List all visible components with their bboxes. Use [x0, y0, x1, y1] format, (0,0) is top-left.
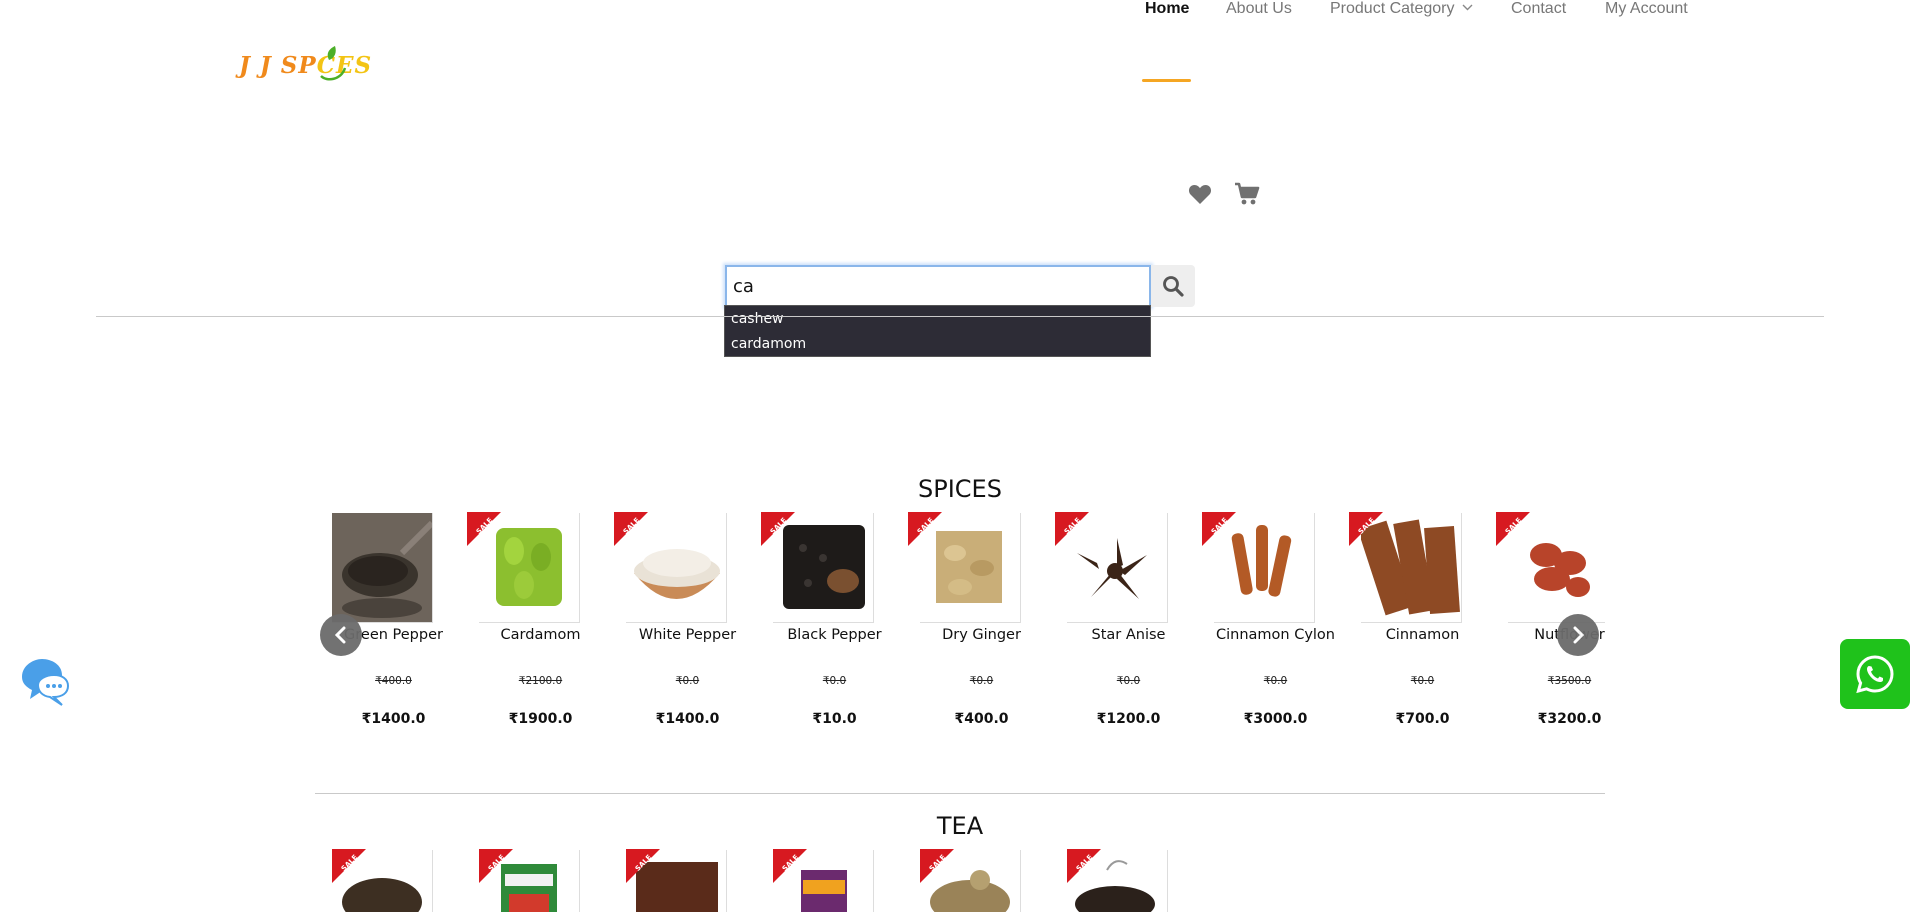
chevron-down-icon	[1462, 4, 1473, 11]
cart-icon[interactable]	[1234, 181, 1260, 206]
sale-badge: SALE	[1202, 512, 1236, 546]
search-icon	[1163, 276, 1184, 297]
sale-badge: SALE	[1496, 512, 1530, 546]
sale-badge: SALE	[908, 512, 942, 546]
product-card[interactable]: SALE	[626, 849, 773, 912]
carousel-prev-button[interactable]	[320, 614, 362, 656]
product-old-price: ₹0.0	[822, 675, 847, 687]
divider	[96, 316, 1824, 317]
product-old-price: ₹0.0	[1410, 675, 1435, 687]
product-old-price: ₹0.0	[969, 675, 994, 687]
sale-badge: SALE	[1055, 512, 1089, 546]
nav-my-account[interactable]: My Account	[1605, 0, 1688, 18]
sale-badge: SALE	[1067, 849, 1101, 883]
nav-product-category[interactable]: Product Category	[1330, 0, 1473, 18]
heart-icon[interactable]	[1188, 183, 1212, 205]
product-name[interactable]: Cinnamon	[1349, 627, 1496, 643]
product-price: ₹3200.0	[1537, 711, 1602, 727]
sale-badge: SALE	[332, 849, 366, 883]
product-old-price: ₹400.0	[375, 675, 412, 687]
brand-logo[interactable]: J J SPCES	[239, 46, 373, 86]
nav-about-us[interactable]: About Us	[1226, 0, 1292, 18]
tea-carousel: SALE SALE SALE SALE SALE SALE	[320, 849, 1220, 912]
product-card[interactable]: SALE Cinnamon Cylon ₹0.0 ₹3000.0	[1202, 512, 1349, 742]
search-suggestions: cashew cardamom	[724, 305, 1151, 357]
product-price: ₹400.0	[954, 711, 1009, 727]
nav-product-category-label: Product Category	[1330, 0, 1455, 17]
sale-badge: SALE	[761, 512, 795, 546]
sale-badge: SALE	[920, 849, 954, 883]
product-price: ₹1200.0	[1096, 711, 1161, 727]
sale-badge: SALE	[773, 849, 807, 883]
product-name[interactable]: Cardamom	[467, 627, 614, 643]
product-name[interactable]: Star Anise	[1055, 627, 1202, 643]
spices-carousel: Green Pepper ₹400.0 ₹1400.0 SALE Cardamo…	[320, 512, 1605, 742]
product-old-price: ₹3500.0	[1547, 675, 1592, 687]
product-card[interactable]: SALE	[773, 849, 920, 912]
search-input[interactable]	[725, 265, 1151, 307]
whatsapp-button[interactable]	[1840, 639, 1910, 709]
suggestion-item[interactable]: cardamom	[725, 332, 1150, 357]
product-name[interactable]: Dry Ginger	[908, 627, 1055, 643]
nav-active-indicator	[1142, 79, 1191, 82]
product-price: ₹1400.0	[655, 711, 720, 727]
product-card[interactable]: SALE Star Anise ₹0.0 ₹1200.0	[1055, 512, 1202, 742]
divider	[315, 793, 1605, 794]
product-card[interactable]: SALE White Pepper ₹0.0 ₹1400.0	[614, 512, 761, 742]
product-old-price: ₹0.0	[675, 675, 700, 687]
product-price: ₹700.0	[1395, 711, 1450, 727]
leaf-icon	[320, 46, 347, 81]
product-card[interactable]: SALE	[332, 849, 479, 912]
product-price: ₹1900.0	[508, 711, 573, 727]
product-card[interactable]: SALE	[1067, 849, 1214, 912]
chat-bubble-icon[interactable]	[18, 655, 70, 707]
sale-badge: SALE	[626, 849, 660, 883]
logo-text: J J SPCES	[239, 52, 373, 79]
product-price: ₹3000.0	[1243, 711, 1308, 727]
sale-badge: SALE	[614, 512, 648, 546]
product-name[interactable]: White Pepper	[614, 627, 761, 643]
product-card[interactable]: SALE Cardamom ₹2100.0 ₹1900.0	[467, 512, 614, 742]
product-price: ₹1400.0	[361, 711, 426, 727]
nav-home[interactable]: Home	[1145, 0, 1189, 18]
sale-badge: SALE	[1349, 512, 1383, 546]
suggestion-item[interactable]: cashew	[725, 307, 1150, 332]
product-card[interactable]: SALE Black Pepper ₹0.0 ₹10.0	[761, 512, 908, 742]
search-button[interactable]	[1151, 265, 1195, 307]
product-name[interactable]: Cinnamon Cylon	[1202, 627, 1349, 643]
product-card[interactable]: SALE Dry Ginger ₹0.0 ₹400.0	[908, 512, 1055, 742]
section-title-tea: TEA	[936, 812, 984, 840]
product-old-price: ₹0.0	[1263, 675, 1288, 687]
product-price: ₹10.0	[812, 711, 857, 727]
product-old-price: ₹2100.0	[518, 675, 563, 687]
section-title-spices: SPICES	[918, 475, 1002, 503]
sale-badge: SALE	[467, 512, 501, 546]
sale-badge: SALE	[479, 849, 513, 883]
whatsapp-icon	[1856, 655, 1894, 694]
product-card[interactable]: SALE	[920, 849, 1067, 912]
product-card[interactable]: SALE Cinnamon ₹0.0 ₹700.0	[1349, 512, 1496, 742]
product-image	[332, 513, 433, 623]
product-name[interactable]: Black Pepper	[761, 627, 908, 643]
nav-contact[interactable]: Contact	[1511, 0, 1566, 18]
carousel-next-button[interactable]	[1557, 614, 1599, 656]
product-card[interactable]: SALE	[479, 849, 626, 912]
chevron-left-icon	[335, 626, 346, 644]
product-old-price: ₹0.0	[1116, 675, 1141, 687]
chevron-right-icon	[1573, 626, 1584, 644]
